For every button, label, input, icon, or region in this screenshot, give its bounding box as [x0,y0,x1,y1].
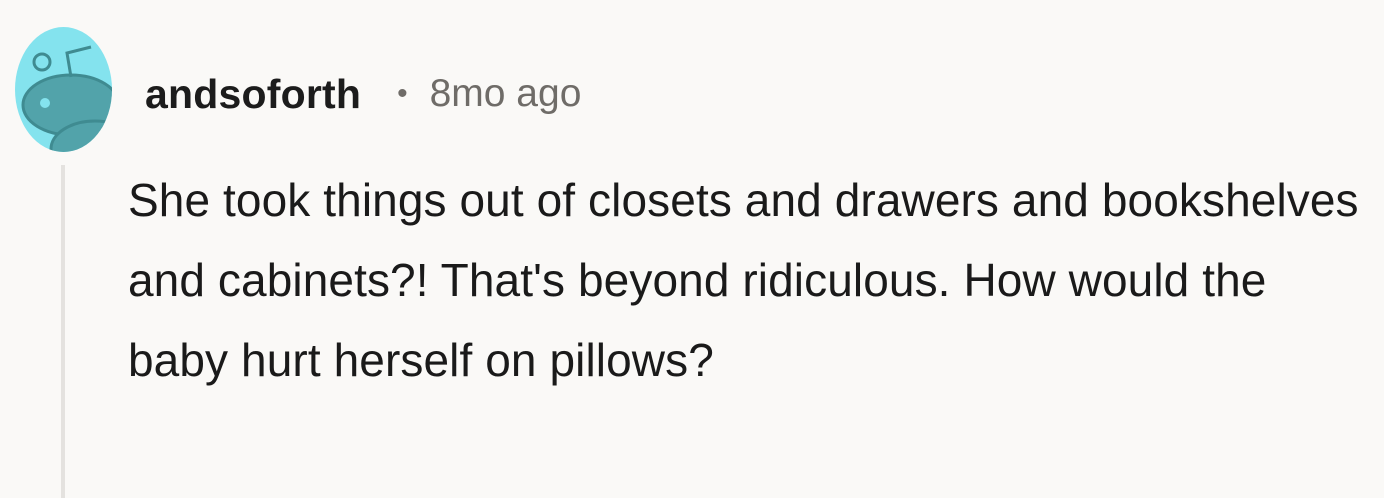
thread-line[interactable] [61,165,65,498]
comment: andsoforth • 8mo ago She took things out… [0,0,1384,498]
comment-body: She took things out of closets and drawe… [128,174,1359,386]
avatar[interactable] [15,27,112,152]
reddit-snoo-avatar-icon [21,45,112,152]
meta-separator: • [397,77,408,110]
comment-meta: andsoforth • 8mo ago [145,66,581,122]
timestamp[interactable]: 8mo ago [430,72,582,116]
username-link[interactable]: andsoforth [145,71,361,118]
